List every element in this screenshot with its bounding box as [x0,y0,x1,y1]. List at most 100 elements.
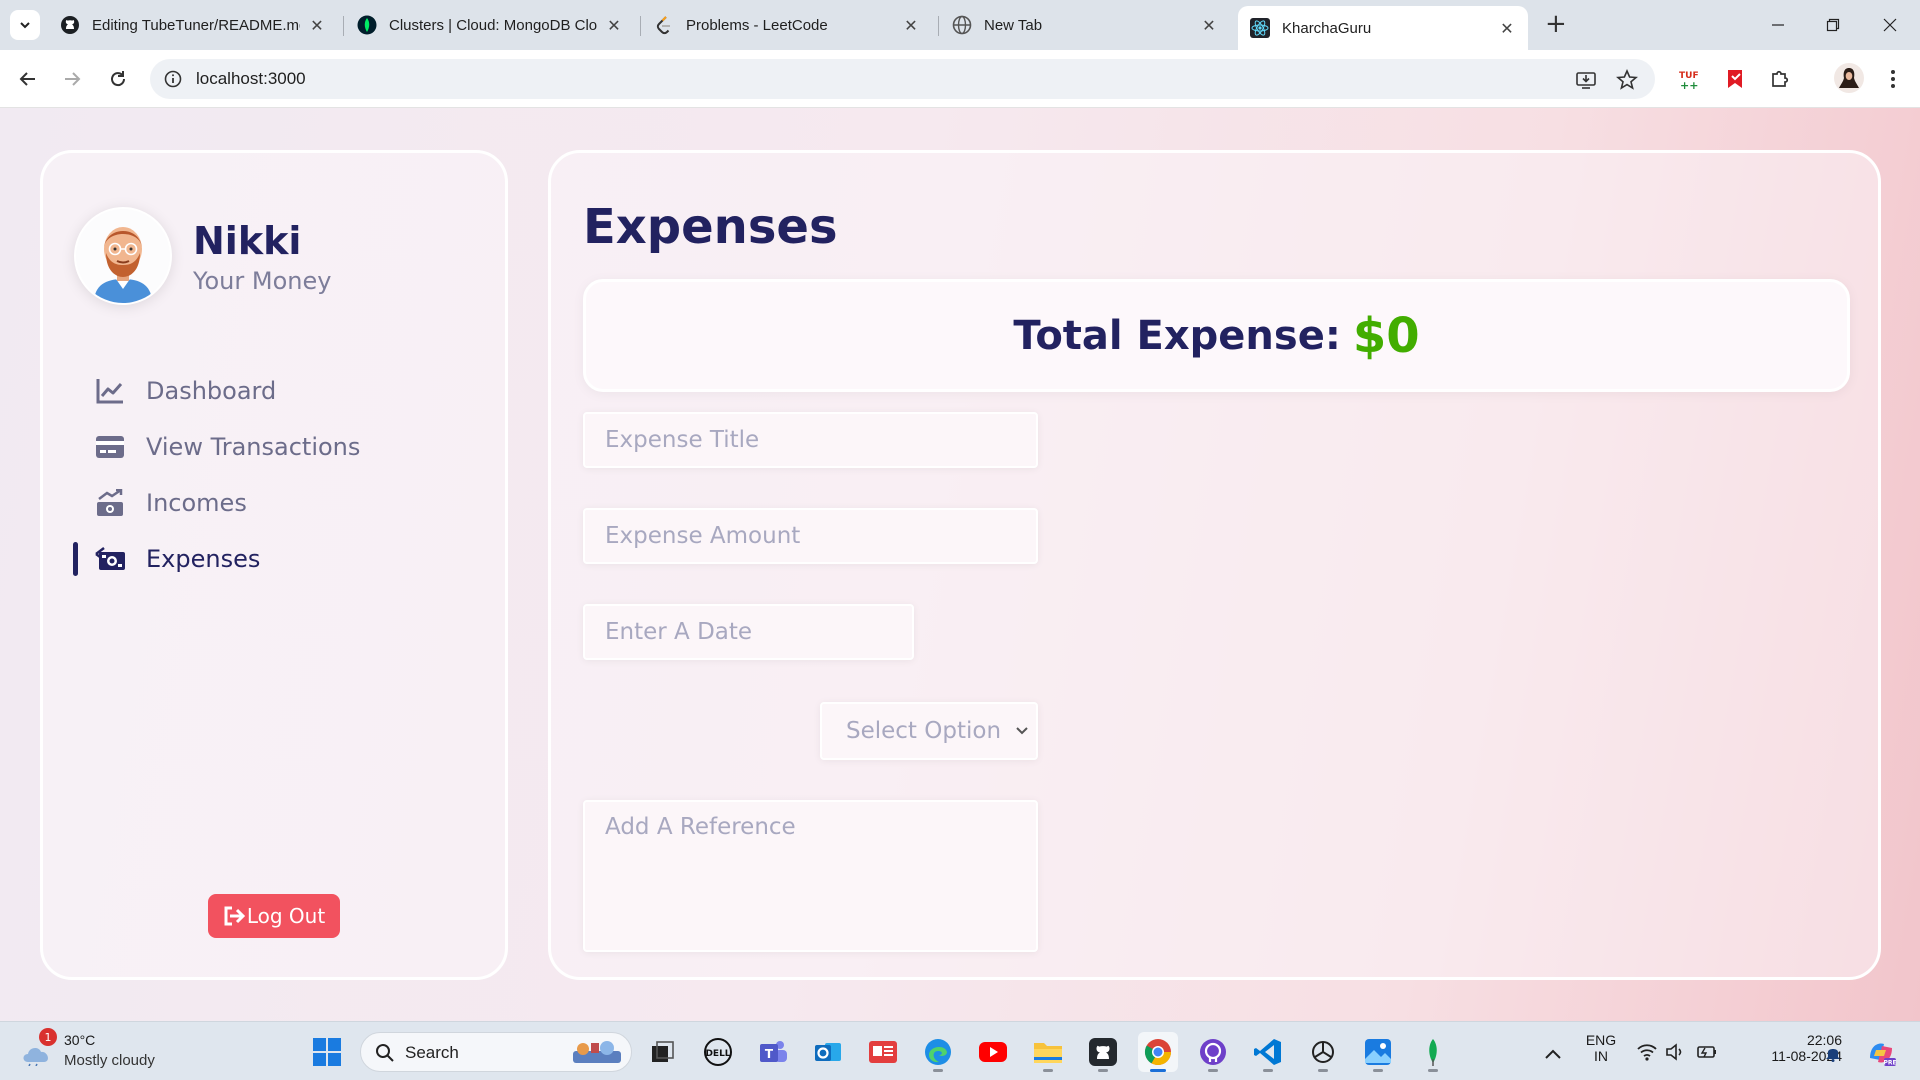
language-indicator[interactable]: ENG IN [1578,1032,1624,1064]
sidebar-item-label: View Transactions [146,433,361,461]
sidebar-item-incomes[interactable]: Incomes [43,475,505,531]
close-icon[interactable]: ✕ [605,16,623,35]
minimize-button[interactable] [1758,10,1798,40]
expense-amount-input[interactable] [583,508,1038,564]
tab-divider [343,16,344,36]
extensions-puzzle-icon[interactable] [1767,66,1793,92]
tab-github[interactable]: Editing TubeTuner/README.md ✕ [48,8,338,42]
minimize-icon [1772,24,1784,26]
github-desktop-app[interactable] [1083,1032,1123,1072]
reload-button[interactable] [103,64,133,94]
task-view-app[interactable] [643,1032,683,1072]
menu-kebab-icon[interactable] [1880,66,1906,92]
weather-description: Mostly cloudy [64,1052,155,1069]
running-indicator [933,1069,943,1072]
start-button[interactable] [312,1037,342,1067]
news-app[interactable] [863,1032,903,1072]
search-highlight-icon [573,1041,621,1063]
tuf-extension-icon[interactable]: TUF ++ [1677,66,1703,92]
chevron-down-icon [1008,726,1036,736]
chatgpt-app[interactable] [1303,1032,1343,1072]
weather-temperature: 30°C [64,1032,96,1048]
edge-app[interactable] [918,1032,958,1072]
weather-widget[interactable]: 1 30°C Mostly cloudy [20,1028,190,1074]
credit-card-icon [94,431,126,463]
close-icon[interactable]: ✕ [308,16,326,35]
sidebar-item-dashboard[interactable]: Dashboard [43,363,505,419]
main-panel: Expenses Total Expense: $0 Select Option [548,150,1881,980]
info-icon[interactable] [164,70,182,88]
mongodb-icon [357,15,377,35]
taskbar: 1 30°C Mostly cloudy Search DELL T ENG I… [0,1021,1920,1080]
tab-leetcode[interactable]: Problems - LeetCode ✕ [642,8,932,42]
battery-icon[interactable] [1696,1041,1718,1063]
back-button[interactable] [13,64,43,94]
close-icon[interactable]: ✕ [902,16,920,35]
notification-bell-icon[interactable] [1824,1044,1842,1062]
sidebar-item-expenses[interactable]: Expenses [43,531,505,587]
sidebar-menu: Dashboard View Transactions Incomes Expe… [43,363,505,587]
volume-icon[interactable] [1664,1041,1686,1063]
profile-avatar[interactable] [1834,63,1864,93]
tab-search-dropdown[interactable] [10,10,40,40]
logout-button[interactable]: Log Out [208,894,340,938]
reference-textarea[interactable] [583,800,1038,952]
react-icon [1250,18,1270,38]
running-indicator [1428,1069,1438,1072]
taskbar-search[interactable]: Search [360,1032,632,1072]
svg-text:PRE: PRE [1883,1060,1896,1067]
outlook-icon [815,1043,841,1061]
address-bar[interactable]: localhost:3000 [150,59,1655,99]
outlook-app[interactable] [808,1032,848,1072]
new-tab-button[interactable]: + [1545,11,1567,37]
close-icon[interactable]: ✕ [1498,19,1516,38]
tab-kharchaguru[interactable]: KharchaGuru ✕ [1238,6,1528,50]
browser-toolbar: localhost:3000 TUF ++ [0,50,1920,108]
close-window-button[interactable] [1870,10,1910,40]
weather-alert-badge: 1 [39,1028,57,1046]
running-indicator [1318,1069,1328,1072]
bearded-man-avatar-icon [94,227,152,303]
chevron-down-icon [20,22,30,29]
dell-icon: DELL [704,1038,732,1066]
sidebar: Nikki Your Money Dashboard View Transact… [40,150,508,980]
tab-divider [640,16,641,36]
close-icon[interactable]: ✕ [1200,16,1218,35]
install-app-icon[interactable] [1575,69,1597,91]
url-text[interactable]: localhost:3000 [196,69,306,89]
tab-strip: Editing TubeTuner/README.md ✕ Clusters |… [0,0,1920,50]
wifi-icon[interactable] [1636,1041,1658,1063]
tab-new-tab[interactable]: New Tab ✕ [940,8,1230,42]
tab-mongodb[interactable]: Clusters | Cloud: MongoDB Cloud ✕ [345,8,635,42]
copilot-icon [1200,1039,1226,1065]
chart-line-icon [94,375,126,407]
money-bill-icon [94,543,126,575]
sidebar-item-view-transactions[interactable]: View Transactions [43,419,505,475]
teams-app[interactable]: T [753,1032,793,1072]
teams-icon: T [760,1041,787,1062]
running-indicator [1208,1069,1218,1072]
edge-icon [925,1039,951,1065]
category-select[interactable]: Select Option [820,702,1038,760]
tab-title: New Tab [984,16,1043,34]
file-explorer-app[interactable] [1028,1032,1068,1072]
paint-app[interactable] [1358,1032,1398,1072]
forward-button[interactable] [57,64,87,94]
mongodb-compass-app[interactable] [1413,1032,1453,1072]
vscode-app[interactable] [1248,1032,1288,1072]
youtube-app[interactable] [973,1032,1013,1072]
running-indicator [1263,1069,1273,1072]
close-icon [1883,18,1897,32]
copilot-colorful-icon[interactable]: PRE [1866,1038,1896,1068]
language-code: ENG [1585,1032,1617,1048]
bookmark-extension-icon[interactable] [1722,66,1748,92]
dell-app[interactable]: DELL [698,1032,738,1072]
expense-title-input[interactable] [583,412,1038,468]
chrome-app[interactable] [1138,1032,1178,1072]
bookmark-star-icon[interactable] [1616,69,1638,91]
github-copilot-app[interactable] [1193,1032,1233,1072]
chevron-up-icon[interactable] [1542,1044,1564,1066]
expense-date-input[interactable] [583,604,914,660]
restore-button[interactable] [1813,10,1853,40]
total-expense-card: Total Expense: $0 [583,279,1850,392]
